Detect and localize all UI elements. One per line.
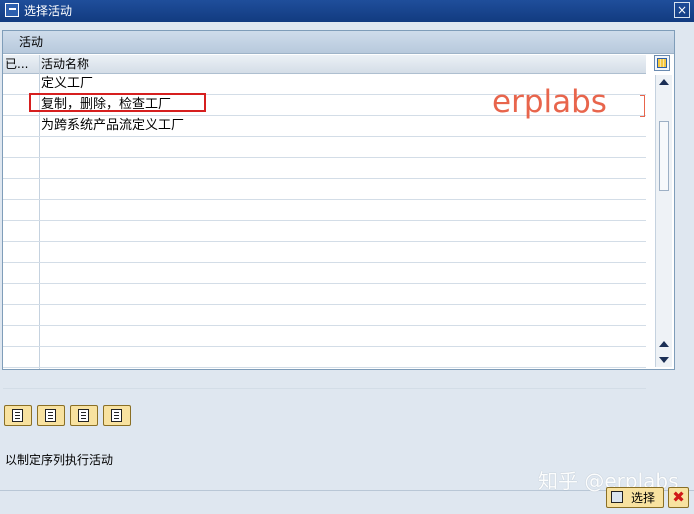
table-row[interactable]	[3, 221, 646, 242]
activity-name: 定义工厂	[41, 76, 94, 91]
table-row[interactable]	[3, 347, 646, 368]
table-row[interactable]	[3, 326, 646, 347]
scroll-down-icon[interactable]	[659, 357, 669, 363]
table-row[interactable]	[3, 305, 646, 326]
table-row[interactable]	[3, 179, 646, 200]
column-header-done[interactable]: 已...	[5, 57, 37, 71]
table-row[interactable]	[3, 137, 646, 158]
document-icon	[45, 409, 56, 422]
column-header-activity-name[interactable]: 活动名称	[41, 57, 89, 71]
document-icon	[12, 409, 23, 422]
document-button[interactable]	[37, 405, 65, 426]
activity-name: 为跨系统产品流定义工厂	[41, 118, 185, 133]
scroll-thumb[interactable]	[659, 121, 669, 191]
document-icon	[111, 409, 122, 422]
scroll-page-up-icon[interactable]	[659, 341, 669, 347]
table-row[interactable]	[3, 200, 646, 221]
erplabs-watermark: erplabs	[492, 84, 607, 120]
search-icon	[611, 491, 623, 503]
status-text: 以制定序列执行活动	[5, 453, 114, 467]
document-copy-button[interactable]	[103, 405, 131, 426]
table-rows: 定义工厂 复制，删除，检查工厂 为跨系统产品流定义工厂	[3, 74, 646, 389]
scroll-up-icon[interactable]	[659, 79, 669, 85]
select-label: 选择	[631, 491, 656, 505]
table-row[interactable]	[3, 242, 646, 263]
cancel-button[interactable]: ✖	[668, 487, 689, 508]
table-row[interactable]	[3, 284, 646, 305]
window-title: 选择活动	[24, 4, 73, 18]
activity-panel: 活动 已... 活动名称 定义工厂 复制，删除，检查工厂 为跨系统产品流定义工厂	[2, 30, 675, 389]
vertical-scrollbar[interactable]	[655, 75, 672, 367]
table-row[interactable]	[3, 158, 646, 179]
document-info-button[interactable]	[70, 405, 98, 426]
title-bar: 选择活动 ×	[0, 0, 694, 22]
panel-header: 活动	[3, 31, 674, 54]
layout-settings-icon[interactable]	[654, 55, 670, 71]
close-button[interactable]: ×	[674, 2, 690, 18]
select-button[interactable]: 选择	[606, 487, 664, 508]
panel-title: 活动	[19, 35, 44, 49]
execute-button[interactable]	[4, 405, 32, 426]
dialog-icon	[5, 3, 19, 17]
document-icon	[78, 409, 89, 422]
highlight-box	[29, 93, 206, 112]
table-row[interactable]	[3, 368, 646, 389]
watermark-bracket	[640, 95, 645, 117]
table-header: 已... 活动名称	[3, 55, 646, 74]
table-row[interactable]	[3, 263, 646, 284]
